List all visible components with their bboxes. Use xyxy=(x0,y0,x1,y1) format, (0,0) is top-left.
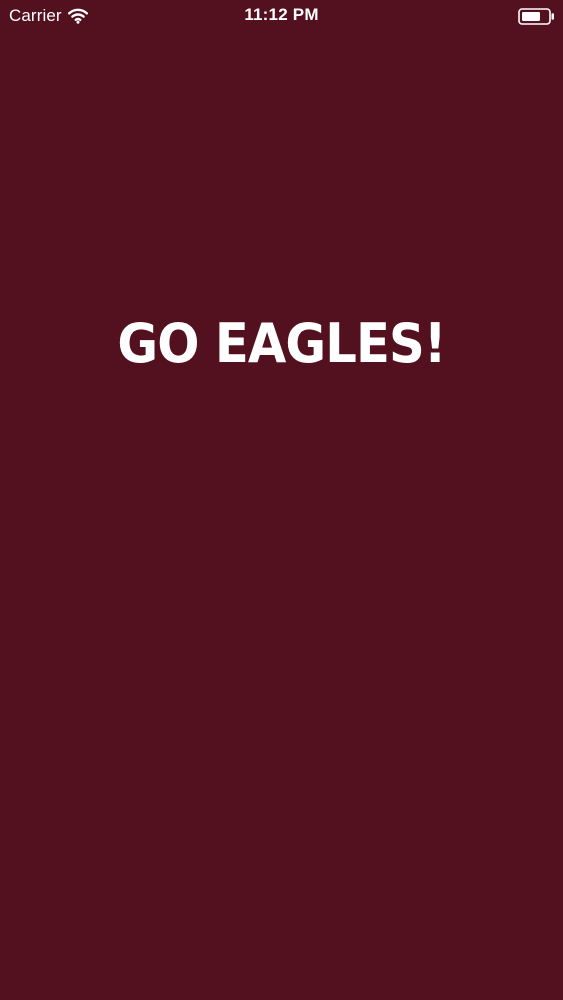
status-time: 11:12 PM xyxy=(244,5,319,24)
status-bar: Carrier 11:12 PM xyxy=(0,0,563,34)
splash-screen: Carrier 11:12 PM GO EAGLES! xyxy=(0,0,563,1000)
battery-icon xyxy=(518,8,554,25)
go-eagles-title: GO EAGLES! xyxy=(117,312,446,375)
